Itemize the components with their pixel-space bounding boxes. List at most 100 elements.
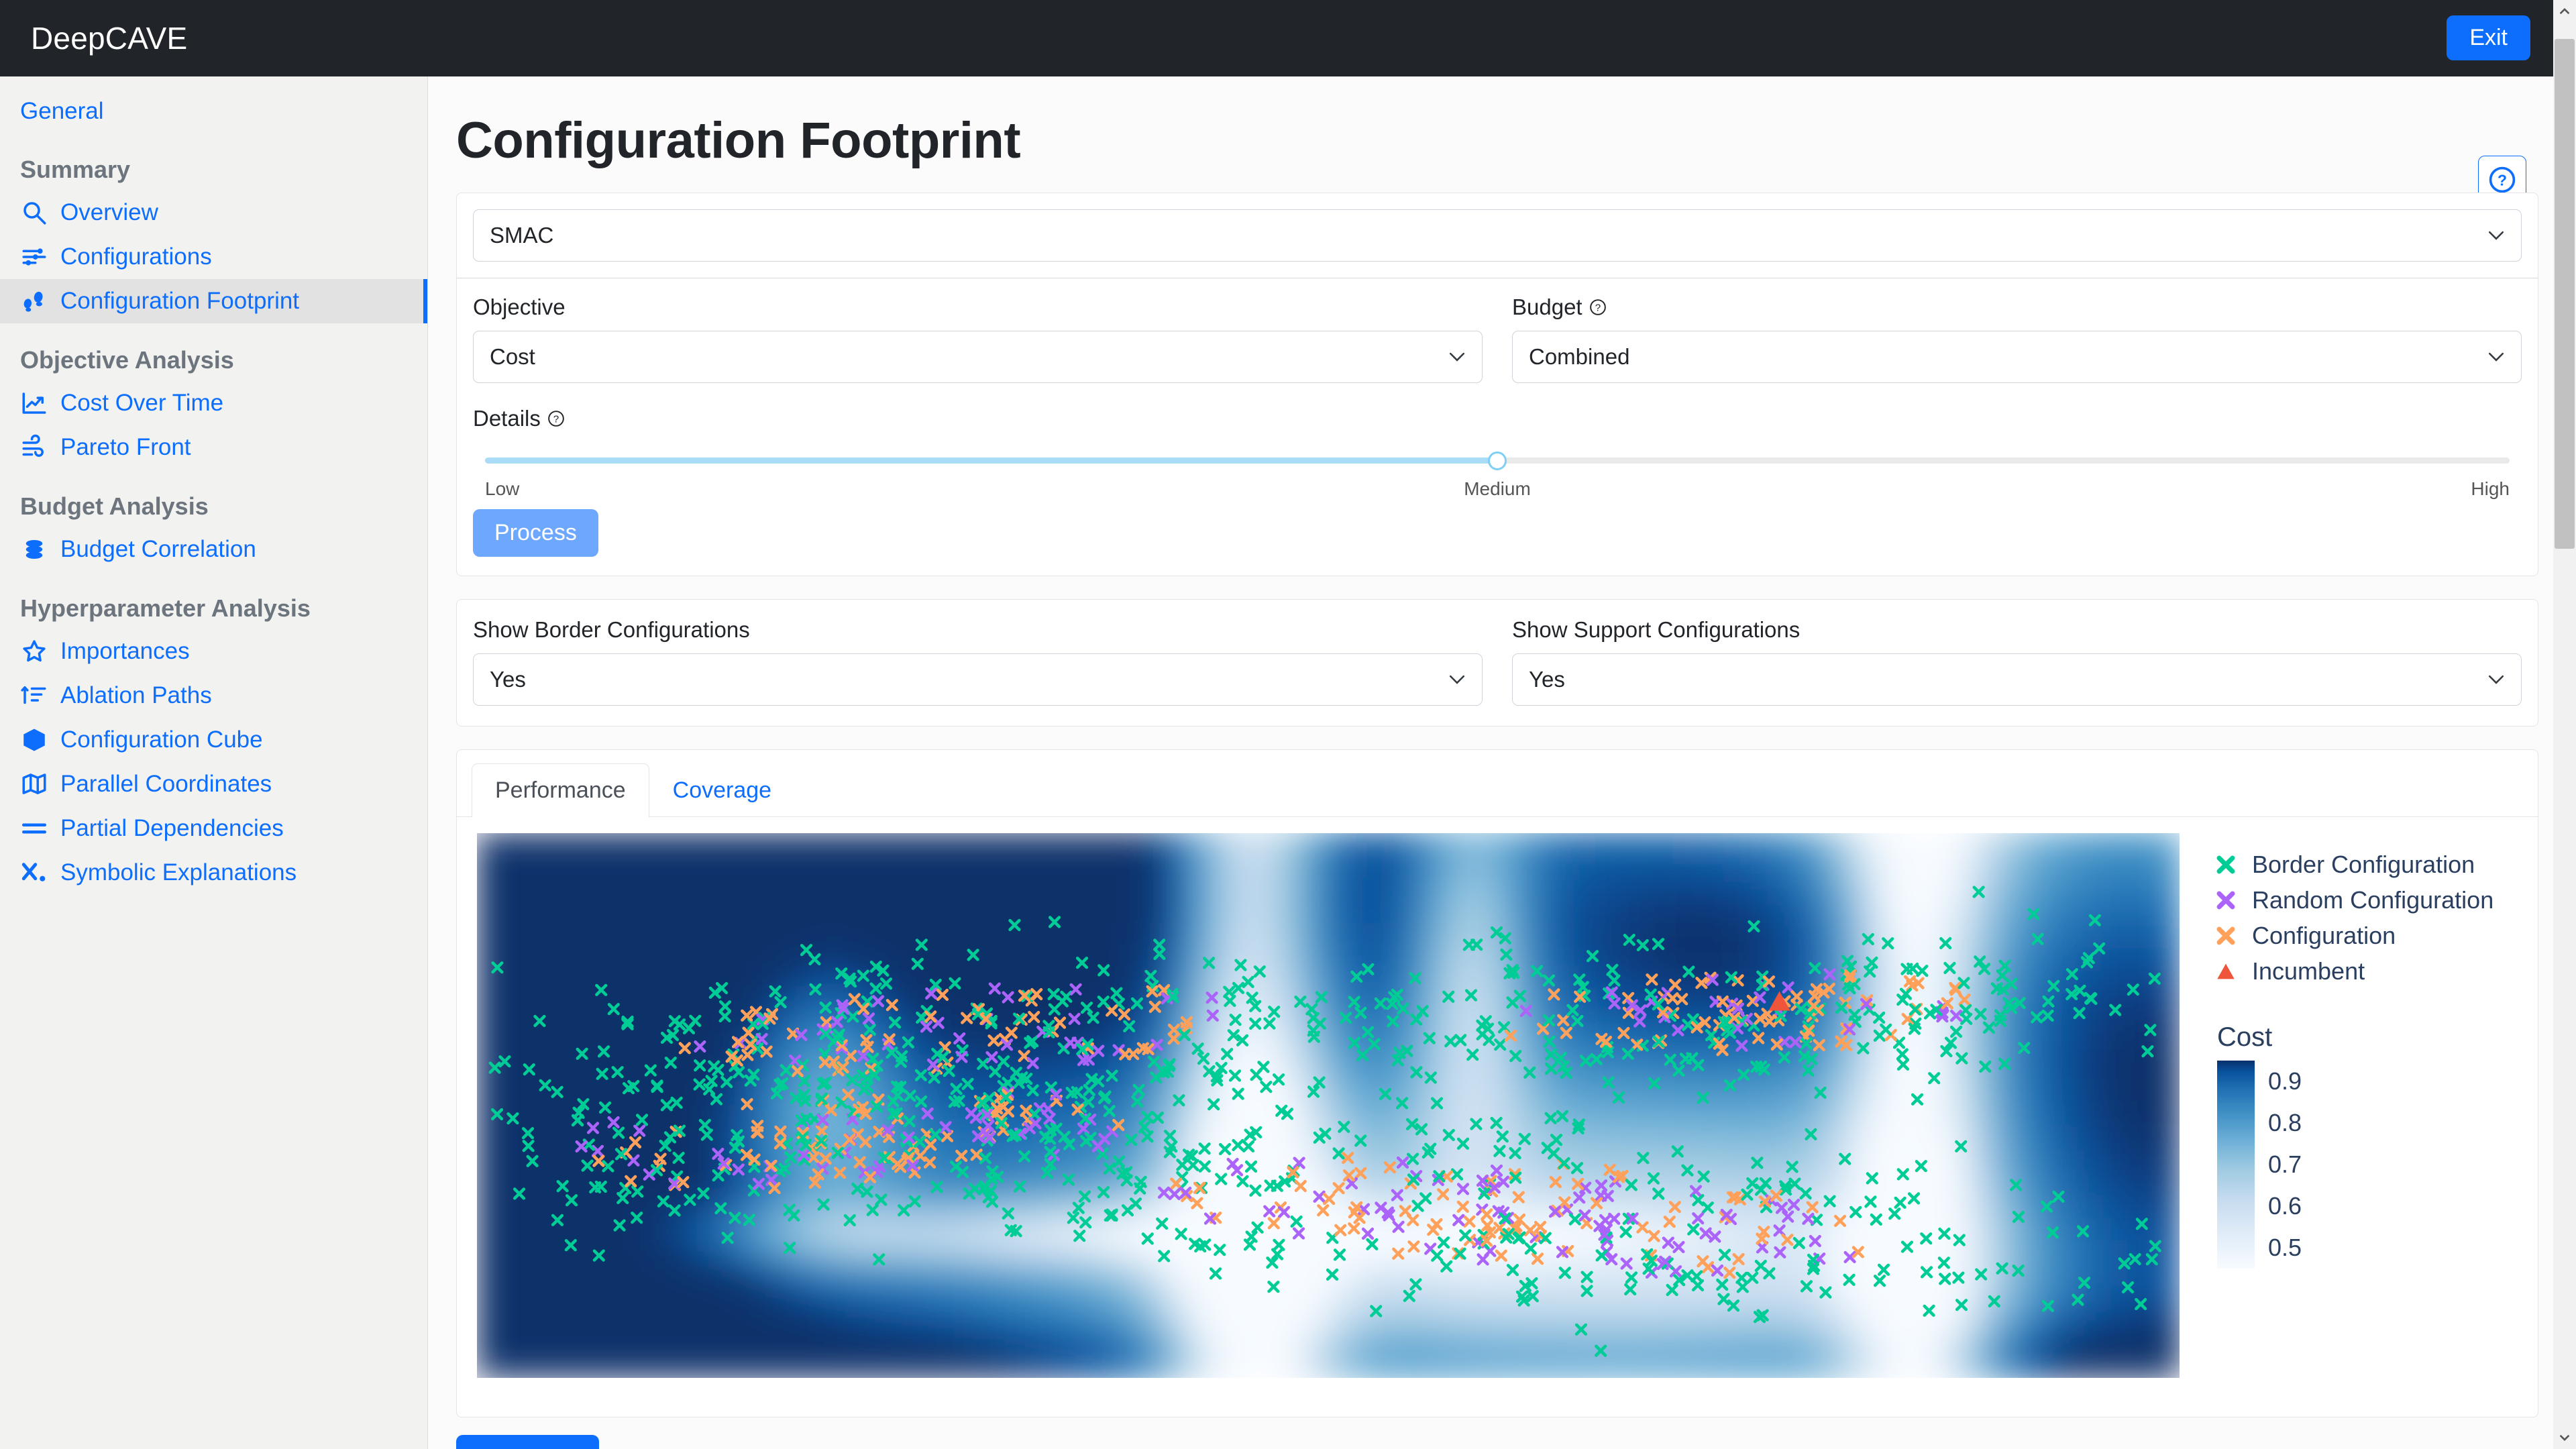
- colorbar: 0.9 0.8 0.7 0.6 0.5: [2214, 1061, 2493, 1269]
- border-config-field: Show Border Configurations Yes: [473, 617, 1483, 706]
- page-scrollbar[interactable]: [2553, 0, 2576, 1449]
- sidebar-item-symbolic-explanations[interactable]: Symbolic Explanations: [0, 851, 427, 895]
- sidebar-item-configuration-footprint[interactable]: Configuration Footprint: [0, 279, 427, 323]
- sidebar-item-budget-correlation[interactable]: Budget Correlation: [0, 527, 427, 572]
- plot-tabs: Performance Coverage: [457, 750, 2538, 817]
- colorbar-tick: 0.5: [2268, 1234, 2302, 1261]
- sidebar-group-heading: Summary: [20, 156, 131, 183]
- sidebar-group-heading: Hyperparameter Analysis: [20, 594, 311, 622]
- equals-icon: [21, 823, 47, 834]
- settings-card: SMAC Objective Cost Budget ? Combined De…: [456, 193, 2538, 576]
- top-bar: DeepCAVE Exit: [0, 0, 2576, 76]
- chevron-down-icon: [1449, 675, 1465, 684]
- support-config-field: Show Support Configurations Yes: [1512, 617, 2522, 706]
- objective-value: Cost: [490, 344, 535, 369]
- sidebar-item-label: Importances: [60, 638, 190, 664]
- colorbar-tick: 0.6: [2268, 1192, 2302, 1220]
- sidebar-item-configurations[interactable]: Configurations: [0, 235, 427, 279]
- legend-item[interactable]: Border Configuration: [2214, 847, 2493, 882]
- slider-mark: High: [2471, 478, 2510, 499]
- main-content: Configuration Footprint ? SMAC Objective…: [428, 76, 2567, 1449]
- app-brand: DeepCAVE: [31, 21, 188, 56]
- sidebar-item-ablation-paths[interactable]: Ablation Paths: [0, 674, 427, 718]
- objective-field: Objective Cost: [473, 294, 1483, 383]
- details-slider[interactable]: [485, 449, 2510, 472]
- question-circle-icon[interactable]: ?: [1589, 299, 1607, 316]
- question-circle-icon: ?: [2489, 166, 2516, 193]
- sidebar-item-label: Budget Correlation: [60, 536, 256, 562]
- colorbar-title: Cost: [2217, 1022, 2273, 1052]
- x-marker-icon: [2216, 855, 2235, 873]
- process-button[interactable]: Process: [473, 509, 598, 557]
- support-config-label: Show Support Configurations: [1512, 617, 1801, 642]
- slider-handle[interactable]: [1488, 451, 1507, 470]
- scroll-down-arrow[interactable]: [2553, 1426, 2576, 1449]
- wind-icon: [22, 434, 44, 457]
- raw-data-button[interactable]: Raw Data: [456, 1435, 600, 1449]
- cube-icon: [23, 729, 45, 751]
- border-config-select[interactable]: Yes: [473, 653, 1483, 706]
- run-select[interactable]: SMAC: [473, 209, 2522, 262]
- legend-item[interactable]: Random Configuration: [2214, 882, 2493, 918]
- plot-legend: Border Configuration Random Configuratio…: [2214, 847, 2493, 1269]
- map-icon: [22, 773, 46, 794]
- objective-select[interactable]: Cost: [473, 331, 1483, 383]
- legend-item[interactable]: Incumbent: [2214, 953, 2493, 989]
- sidebar: General Summary Overview Configurations Con…: [0, 76, 428, 1449]
- colorbar-gradient: [2217, 1061, 2255, 1269]
- page-title: Configuration Footprint: [456, 112, 1021, 169]
- exit-button[interactable]: Exit: [2447, 15, 2530, 60]
- tab-coverage[interactable]: Coverage: [649, 763, 795, 817]
- sidebar-item-cost-over-time[interactable]: Cost Over Time: [0, 381, 427, 425]
- chevron-down-icon: [2488, 231, 2504, 240]
- sidebar-group-heading: Budget Analysis: [20, 492, 209, 520]
- sort-amount-up-icon: [21, 686, 46, 704]
- budget-label: Budget ?: [1512, 294, 2522, 320]
- sidebar-item-label: Pareto Front: [60, 434, 191, 460]
- sidebar-item-pareto-front[interactable]: Pareto Front: [0, 425, 427, 470]
- legend-item[interactable]: Configuration: [2214, 918, 2493, 953]
- legend-label: Border Configuration: [2252, 850, 2475, 878]
- footprint-plot-card: Performance Coverage Border Configuration…: [456, 749, 2538, 1417]
- tab-performance[interactable]: Performance: [472, 763, 649, 817]
- scroll-up-arrow[interactable]: [2553, 0, 2576, 23]
- budget-select[interactable]: Combined: [1512, 331, 2522, 383]
- triangle-marker-icon: [2217, 963, 2235, 979]
- slider-marks: Low Medium High: [485, 478, 2510, 505]
- run-select-value: SMAC: [490, 223, 554, 248]
- colorbar-tick: 0.9: [2268, 1067, 2302, 1095]
- scrollbar-thumb[interactable]: [2555, 39, 2575, 549]
- sidebar-group-heading: Objective Analysis: [20, 346, 234, 374]
- display-options-card: Show Border Configurations Yes Show Supp…: [456, 599, 2538, 727]
- sidebar-item-label: Symbolic Explanations: [60, 859, 297, 885]
- sidebar-item-label: Cost Over Time: [60, 390, 224, 416]
- legend-label: Incumbent: [2252, 957, 2365, 985]
- budget-field: Budget ? Combined: [1512, 294, 2522, 383]
- sidebar-item-label: Ablation Paths: [60, 682, 212, 708]
- sidebar-item-parallel-coordinates[interactable]: Parallel Coordinates: [0, 762, 427, 806]
- sliders-icon: [22, 248, 46, 266]
- chart-line-icon: [22, 392, 46, 414]
- x-marker-icon: [2216, 926, 2235, 945]
- configuration-footprint-plot[interactable]: Border Configuration Random Configuratio…: [457, 833, 2538, 1390]
- sidebar-item-label: General: [20, 98, 104, 124]
- sidebar-item-partial-dependencies[interactable]: Partial Dependencies: [0, 806, 427, 851]
- sidebar-item-general[interactable]: General: [0, 90, 427, 133]
- support-config-select[interactable]: Yes: [1512, 653, 2522, 706]
- budget-value: Combined: [1529, 344, 1630, 369]
- question-circle-icon[interactable]: ?: [547, 410, 565, 427]
- sidebar-item-configuration-cube[interactable]: Configuration Cube: [0, 718, 427, 762]
- slider-fill: [485, 458, 1497, 464]
- objective-label: Objective: [473, 294, 566, 319]
- chevron-up-icon: [2559, 7, 2570, 15]
- sidebar-item-label: Configuration Footprint: [60, 288, 300, 314]
- footprints-icon: [23, 291, 43, 312]
- search-icon: [23, 202, 46, 225]
- sidebar-item-importances[interactable]: Importances: [0, 629, 427, 674]
- coins-icon: [25, 540, 43, 559]
- sidebar-item-overview[interactable]: Overview: [0, 191, 427, 235]
- svg-text:?: ?: [553, 413, 559, 425]
- chevron-down-icon: [2488, 352, 2504, 362]
- star-icon: [23, 640, 46, 662]
- sidebar-item-label: Overview: [60, 199, 158, 225]
